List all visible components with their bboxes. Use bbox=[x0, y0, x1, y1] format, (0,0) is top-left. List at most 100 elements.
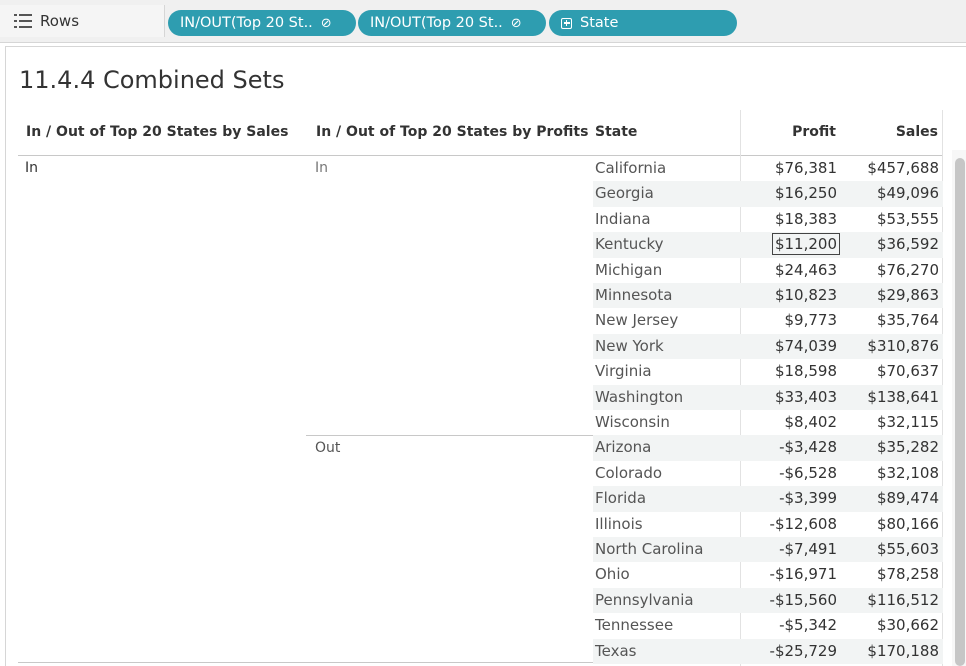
vertical-scrollbar-thumb[interactable] bbox=[955, 158, 965, 666]
profit-cell: -$25,729 bbox=[769, 641, 837, 660]
pill-label: IN/OUT(Top 20 St.. bbox=[370, 15, 503, 31]
sales-cell: $170,188 bbox=[867, 641, 939, 660]
table-row[interactable]: Illinois -$12,608 $80,166 bbox=[593, 512, 943, 537]
group-profit-in[interactable]: In bbox=[315, 160, 328, 176]
linked-set-icon: ⊘ bbox=[510, 15, 522, 31]
state-cell: Washington bbox=[595, 387, 684, 406]
linked-set-icon: ⊘ bbox=[320, 15, 332, 31]
table-row[interactable]: Ohio -$16,971 $78,258 bbox=[593, 562, 943, 587]
state-cell: Kentucky bbox=[595, 235, 664, 254]
sheet-title: 11.4.4 Combined Sets bbox=[19, 66, 285, 94]
sales-cell: $116,512 bbox=[867, 590, 939, 609]
profit-cell: $16,250 bbox=[774, 184, 837, 203]
profit-cell: $10,823 bbox=[774, 286, 837, 304]
profit-cell: -$12,608 bbox=[769, 514, 837, 533]
table-row[interactable]: Minnesota $10,823 $29,863 bbox=[593, 283, 943, 309]
sales-cell: $80,166 bbox=[876, 514, 939, 533]
state-cell: Texas bbox=[595, 641, 637, 660]
state-cell: New York bbox=[595, 336, 664, 355]
profit-cell: -$16,971 bbox=[769, 565, 837, 584]
table-row[interactable]: New Jersey $9,773 $35,764 bbox=[593, 308, 943, 333]
sales-cell: $49,096 bbox=[876, 184, 939, 203]
state-cell: Arizona bbox=[595, 438, 652, 457]
profit-cell: -$5,342 bbox=[779, 616, 837, 635]
profit-cell: -$6,528 bbox=[779, 463, 837, 482]
table-row[interactable]: Kentucky $11,200 $36,592 bbox=[593, 232, 943, 258]
rows-shelf-label: Rows bbox=[0, 5, 165, 37]
table-row[interactable]: California $76,381 $457,688 bbox=[593, 156, 943, 181]
sales-cell: $55,603 bbox=[876, 540, 939, 558]
profit-cell-selected: $11,200 bbox=[771, 233, 841, 256]
table-row[interactable]: Pennsylvania -$15,560 $116,512 bbox=[593, 587, 943, 614]
sales-cell: $36,592 bbox=[876, 235, 939, 254]
profit-cell: $18,598 bbox=[774, 362, 837, 381]
sales-cell: $32,115 bbox=[876, 413, 939, 431]
state-cell: Indiana bbox=[595, 209, 651, 228]
state-cell: Illinois bbox=[595, 514, 643, 533]
sales-cell: $35,764 bbox=[876, 311, 939, 330]
state-cell: Ohio bbox=[595, 565, 630, 584]
profit-cell: $9,773 bbox=[784, 311, 838, 330]
state-cell: Michigan bbox=[595, 260, 663, 279]
table-row[interactable]: Wisconsin $8,402 $32,115 bbox=[593, 410, 943, 435]
state-cell: Colorado bbox=[595, 463, 663, 482]
header-profit-set[interactable]: In / Out of Top 20 States by Profits bbox=[316, 124, 588, 140]
rows-label: Rows bbox=[40, 12, 80, 30]
state-cell: Virginia bbox=[595, 362, 652, 381]
sales-cell: $53,555 bbox=[876, 209, 939, 228]
sales-cell: $35,282 bbox=[876, 438, 939, 457]
state-cell: New Jersey bbox=[595, 311, 679, 330]
state-cell: Florida bbox=[595, 489, 647, 508]
table-row[interactable]: Texas -$25,729 $170,188 bbox=[593, 638, 943, 664]
table-row[interactable]: Georgia $16,250 $49,096 bbox=[593, 181, 943, 207]
profit-cell: $24,463 bbox=[774, 260, 837, 279]
sales-cell: $138,641 bbox=[867, 387, 939, 406]
header-profit[interactable]: Profit bbox=[792, 124, 836, 140]
state-cell: Tennessee bbox=[595, 616, 674, 635]
profit-cell: $18,383 bbox=[774, 209, 837, 228]
state-cell: Pennsylvania bbox=[595, 590, 694, 609]
header-sales-set[interactable]: In / Out of Top 20 States by Sales bbox=[26, 124, 288, 140]
profit-cell: $8,402 bbox=[784, 413, 838, 431]
state-cell: North Carolina bbox=[595, 540, 704, 558]
table-row[interactable]: Indiana $18,383 $53,555 bbox=[593, 207, 943, 232]
table-row[interactable]: Florida -$3,399 $89,474 bbox=[593, 486, 943, 512]
table-row[interactable]: Michigan $24,463 $76,270 bbox=[593, 258, 943, 283]
sales-cell: $32,108 bbox=[876, 463, 939, 482]
sales-cell: $89,474 bbox=[876, 489, 939, 508]
sales-cell: $457,688 bbox=[867, 159, 939, 177]
table-row[interactable]: Colorado -$6,528 $32,108 bbox=[593, 461, 943, 486]
pill-profit-set[interactable]: IN/OUT(Top 20 St.. ⊘ bbox=[358, 10, 546, 36]
sales-cell: $30,662 bbox=[876, 616, 939, 635]
profit-cell: -$7,491 bbox=[779, 540, 837, 558]
state-cell: Wisconsin bbox=[595, 413, 670, 431]
pill-label: IN/OUT(Top 20 St.. bbox=[180, 15, 313, 31]
plus-box-icon bbox=[561, 17, 572, 29]
sales-cell: $78,258 bbox=[876, 565, 939, 584]
table-row[interactable]: Tennessee -$5,342 $30,662 bbox=[593, 613, 943, 638]
group-sales-in[interactable]: In bbox=[25, 160, 38, 176]
table-row[interactable]: Washington $33,403 $138,641 bbox=[593, 384, 943, 410]
header-sales[interactable]: Sales bbox=[896, 124, 938, 140]
sales-cell: $70,637 bbox=[876, 362, 939, 381]
sales-cell: $310,876 bbox=[867, 336, 939, 355]
profit-cell: $74,039 bbox=[774, 336, 837, 355]
profit-cell: $33,403 bbox=[774, 387, 837, 406]
profit-cell: -$3,428 bbox=[779, 438, 837, 457]
pill-state[interactable]: State bbox=[549, 10, 737, 36]
table-row[interactable]: New York $74,039 $310,876 bbox=[593, 333, 943, 360]
group-profit-out[interactable]: Out bbox=[315, 440, 340, 456]
state-cell: Minnesota bbox=[595, 286, 673, 304]
profit-cell: -$15,560 bbox=[769, 590, 837, 609]
table-row[interactable]: Arizona -$3,428 $35,282 bbox=[593, 435, 943, 461]
profit-cell: -$3,399 bbox=[779, 489, 837, 508]
sales-cell: $29,863 bbox=[876, 286, 939, 304]
rows-shelf: Rows IN/OUT(Top 20 St.. ⊘ IN/OUT(Top 20 … bbox=[0, 0, 966, 43]
pill-sales-set[interactable]: IN/OUT(Top 20 St.. ⊘ bbox=[168, 10, 356, 36]
table-row[interactable]: North Carolina -$7,491 $55,603 bbox=[593, 537, 943, 563]
state-cell: Georgia bbox=[595, 184, 654, 203]
header-state[interactable]: State bbox=[595, 124, 637, 140]
rows-icon bbox=[14, 14, 32, 28]
sales-cell: $76,270 bbox=[876, 260, 939, 279]
table-row[interactable]: Virginia $18,598 $70,637 bbox=[593, 359, 943, 384]
